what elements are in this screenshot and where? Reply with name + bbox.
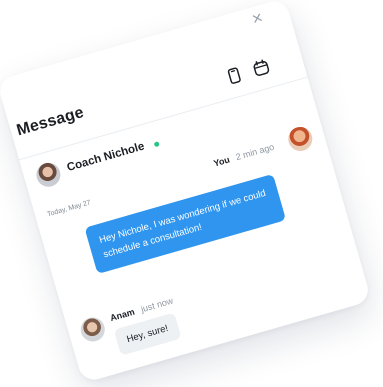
close-icon[interactable]: ×: [247, 7, 267, 29]
online-status-dot: [153, 141, 160, 148]
panel-title: Message: [14, 103, 86, 140]
outgoing-message-bubble: Hey Nichole, I was wondering if we could…: [84, 173, 287, 275]
avatar-coach[interactable]: [33, 159, 64, 190]
date-label: Today, May 27: [46, 199, 92, 219]
message-stage: × Message Coach Nichole Today, May 27 Yo…: [0, 0, 383, 387]
message-sender: You: [212, 154, 231, 169]
avatar-you[interactable]: [285, 124, 316, 154]
phone-icon[interactable]: [223, 65, 245, 87]
message-panel: × Message Coach Nichole Today, May 27 Yo…: [0, 0, 372, 384]
message-sender: Anam: [108, 306, 136, 324]
avatar-anam[interactable]: [77, 314, 108, 345]
calendar-icon[interactable]: [250, 57, 272, 79]
message-timestamp: 2 min ago: [234, 141, 276, 163]
contact-name: Coach Nichole: [65, 140, 146, 175]
message-timestamp: just now: [139, 295, 175, 315]
